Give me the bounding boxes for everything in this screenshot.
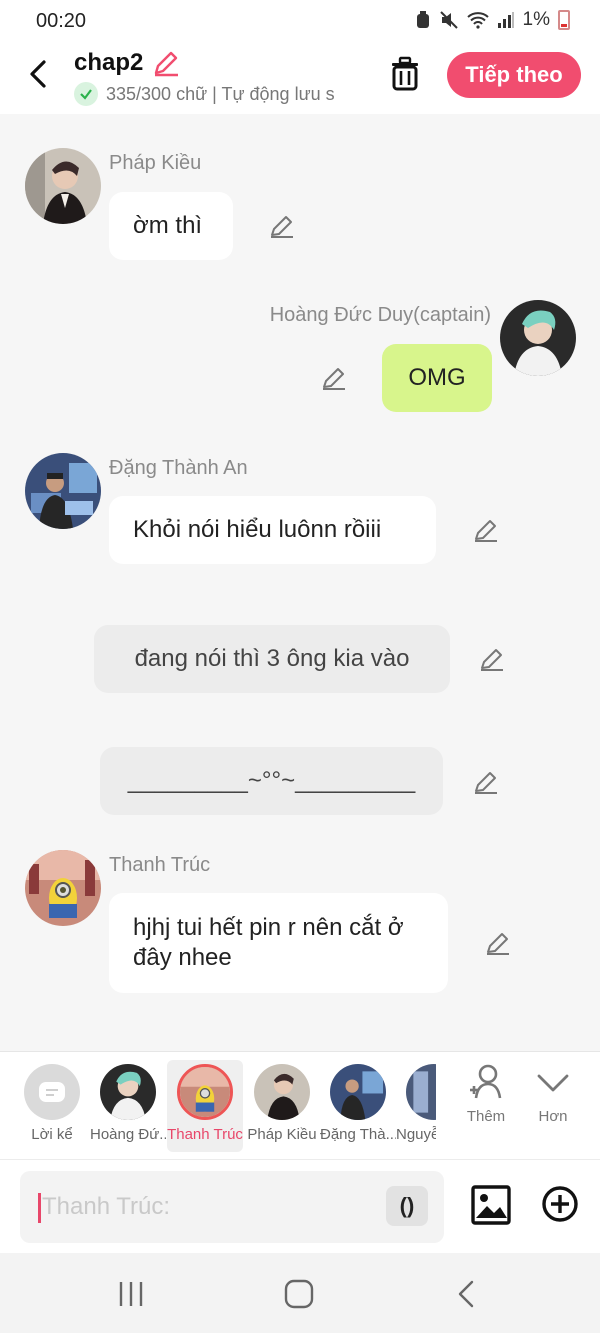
character-label: Hoàng Đứ... <box>90 1126 166 1143</box>
message-bubble[interactable]: OMG <box>382 344 492 412</box>
message-text: OMG <box>408 364 466 391</box>
character-phap-kieu[interactable]: Pháp Kiều <box>244 1060 320 1152</box>
message-bubble[interactable]: hjhj tui hết pin r nên cắt ở đây nhee <box>109 893 448 993</box>
chapter-title[interactable]: chap2 <box>74 49 143 77</box>
narration-text: _________~°°~_________ <box>127 767 416 794</box>
add-character-label: Thêm <box>466 1108 506 1125</box>
edit-message-pencil-icon[interactable] <box>472 516 500 544</box>
speaker-name: Thanh Trúc <box>109 854 211 876</box>
character-dang-thanh-an[interactable]: Đặng Thà... <box>320 1060 396 1152</box>
more-label: Hơn <box>538 1108 568 1125</box>
character-avatar <box>406 1064 436 1120</box>
word-count-text: 335/300 chữ | Tự động lưu s <box>106 83 335 104</box>
recent-apps-icon[interactable] <box>114 1277 148 1311</box>
character-thanh-truc[interactable]: Thanh Trúc <box>167 1060 243 1152</box>
image-icon[interactable] <box>470 1184 512 1226</box>
next-button[interactable]: Tiếp theo <box>447 52 581 98</box>
avatar-phap-kieu[interactable] <box>25 148 101 224</box>
character-avatar <box>177 1064 233 1120</box>
character-avatar <box>100 1064 156 1120</box>
narration-text: đang nói thì 3 ông kia vào <box>134 645 410 672</box>
check-icon <box>74 82 98 106</box>
back-nav-icon[interactable] <box>450 1277 484 1311</box>
status-icons: 1% <box>415 9 570 31</box>
chevron-down-icon <box>537 1074 569 1092</box>
back-arrow-icon[interactable] <box>24 56 54 92</box>
text-caret <box>38 1193 41 1223</box>
wifi-icon <box>466 12 489 29</box>
narrator-icon <box>24 1064 80 1120</box>
character-label: Lời kể <box>31 1126 73 1143</box>
alarm-icon <box>416 11 429 28</box>
character-nguyen[interactable]: Nguyễ <box>396 1060 436 1152</box>
speaker-name: Hoàng Đức Duy(captain) <box>269 304 491 326</box>
narration-bubble[interactable]: đang nói thì 3 ông kia vào <box>94 625 450 693</box>
edit-message-pencil-icon[interactable] <box>320 364 348 392</box>
trash-icon[interactable] <box>388 56 422 92</box>
input-placeholder: Thanh Trúc: <box>42 1193 171 1220</box>
narration-bubble[interactable]: _________~°°~_________ <box>100 747 443 815</box>
character-hoang-duc-duy[interactable]: Hoàng Đứ... <box>90 1060 166 1152</box>
edit-message-pencil-icon[interactable] <box>472 768 500 796</box>
avatar-thanh-truc[interactable] <box>25 850 101 926</box>
editor-header: chap2 335/300 chữ | Tự động lưu s Tiếp t… <box>0 44 600 114</box>
add-person-icon <box>470 1064 502 1099</box>
edit-title-pencil-icon[interactable] <box>152 49 180 77</box>
chat-area[interactable]: Pháp Kiều ờm thì Hoàng Đức Duy(captain) … <box>0 114 600 1051</box>
edit-message-pencil-icon[interactable] <box>484 929 512 957</box>
edit-message-pencil-icon[interactable] <box>478 645 506 673</box>
message-bubble[interactable]: ờm thì <box>109 192 233 260</box>
add-character-button[interactable]: Thêm <box>456 1060 516 1125</box>
add-circle-icon[interactable] <box>540 1184 580 1224</box>
battery-percent: 1% <box>522 9 550 30</box>
character-avatar <box>330 1064 386 1120</box>
edit-message-pencil-icon[interactable] <box>268 212 296 240</box>
status-bar: 00:20 1% <box>0 0 600 44</box>
status-time: 00:20 <box>36 10 87 32</box>
avatar-hoang-duc-duy[interactable] <box>500 300 576 376</box>
message-bubble[interactable]: Khỏi nói hiểu luônn rồiii <box>109 496 436 564</box>
system-nav-bar <box>0 1253 600 1333</box>
message-text: ờm thì <box>133 212 203 239</box>
character-label: Thanh Trúc <box>167 1126 243 1143</box>
signal-icon <box>497 12 514 28</box>
character-label: Pháp Kiều <box>247 1126 317 1143</box>
home-icon[interactable] <box>282 1277 316 1311</box>
message-text: Khỏi nói hiểu luônn rồiii <box>133 516 382 543</box>
character-avatar <box>254 1064 310 1120</box>
parenthesis-button[interactable]: () <box>386 1186 428 1226</box>
message-input[interactable]: Thanh Trúc: () <box>20 1171 444 1243</box>
speaker-name: Pháp Kiều <box>109 152 202 174</box>
battery-icon <box>558 10 570 30</box>
character-label: Nguyễ <box>396 1126 436 1143</box>
avatar-dang-thanh-an[interactable] <box>25 453 101 529</box>
speaker-name: Đặng Thành An <box>109 457 248 479</box>
character-narrator[interactable]: Lời kể <box>14 1060 90 1152</box>
character-label: Đặng Thà... <box>320 1126 396 1143</box>
message-text: hjhj tui hết pin r nên cắt ở đây nhee <box>133 914 404 971</box>
more-button[interactable]: Hơn <box>523 1060 583 1125</box>
word-count-row: 335/300 chữ | Tự động lưu s <box>74 82 364 106</box>
mute-icon <box>439 11 458 29</box>
character-selector: Lời kể Hoàng Đứ... Thanh Trúc Pháp Kiều … <box>0 1051 600 1159</box>
composer: Thanh Trúc: () <box>0 1159 600 1253</box>
